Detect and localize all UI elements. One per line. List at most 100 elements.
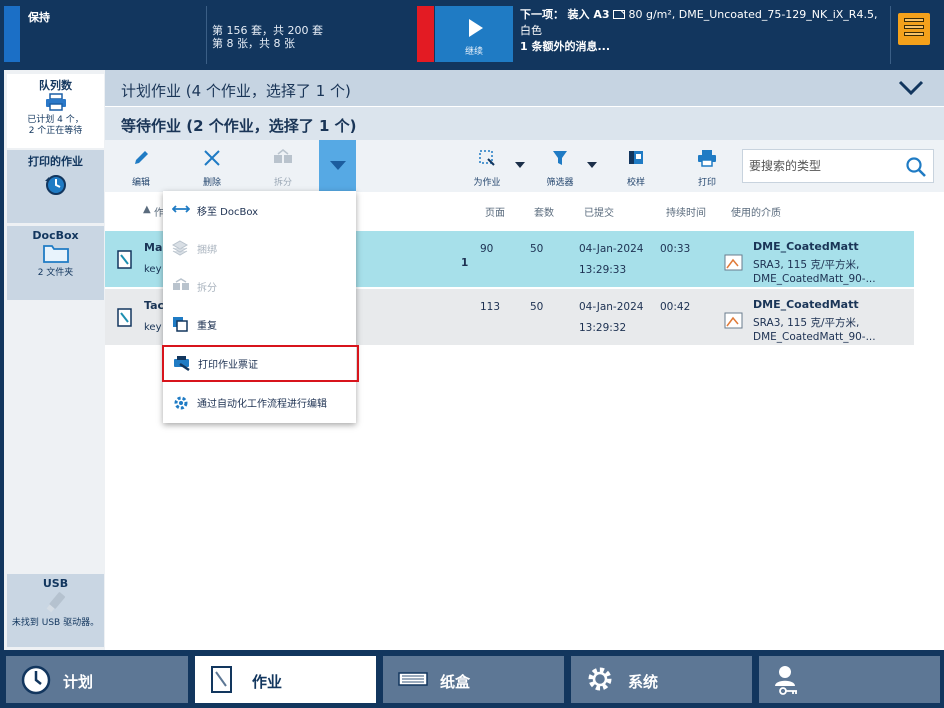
edit-button[interactable]: 编辑 bbox=[122, 140, 160, 192]
duplicate-icon bbox=[173, 317, 188, 332]
nav-schedule[interactable]: 计划 bbox=[6, 656, 188, 703]
job-duration: 00:33 bbox=[660, 243, 691, 255]
menu-label: 打印作业票证 bbox=[198, 360, 258, 371]
bottom-navigation: 计划 作业 纸盒 系统 bbox=[0, 650, 944, 708]
sidebar-item-queues[interactable]: 队列数 已计划 4 个， 2 个正在等待 bbox=[7, 74, 104, 148]
planned-jobs-title: 计划作业 (4 个作业，选择了 1 个) bbox=[121, 82, 351, 100]
usb-drive-icon bbox=[46, 592, 65, 613]
document-icon bbox=[117, 308, 132, 327]
print-ticket-icon bbox=[174, 356, 190, 371]
printer-icon bbox=[698, 150, 716, 167]
docbox-sub: 2 文件夹 bbox=[37, 268, 74, 278]
split-icon bbox=[173, 278, 189, 290]
job-sub: key bbox=[144, 264, 162, 275]
usb-title: USB bbox=[42, 577, 69, 590]
job-duration: 00:42 bbox=[660, 301, 691, 313]
as-job-button[interactable]: 为作业 bbox=[467, 140, 507, 192]
media-icon bbox=[724, 312, 743, 329]
planned-jobs-header[interactable]: 计划作业 (4 个作业，选择了 1 个) bbox=[105, 70, 944, 106]
sidebar-item-docbox[interactable]: DocBox 2 文件夹 bbox=[7, 226, 104, 300]
column-submitted[interactable]: 已提交 bbox=[584, 204, 614, 219]
more-actions-menu: 移至 DocBox 捆绑 拆分 重复 打印作业票证 通过自动化工作流程进行编辑 bbox=[162, 191, 359, 423]
docbox-title: DocBox bbox=[32, 229, 79, 242]
nav-label: 计划 bbox=[63, 673, 94, 691]
paper-orientation-icon bbox=[613, 10, 625, 19]
job-date: 04-Jan-2024 bbox=[579, 301, 644, 313]
waiting-jobs-title: 等待作业 (2 个作业，选择了 1 个) bbox=[121, 117, 357, 135]
job-pages: 113 bbox=[480, 301, 501, 313]
print-label: 打印 bbox=[697, 178, 716, 188]
attention-marker bbox=[417, 6, 434, 62]
continue-button[interactable]: 继续 bbox=[435, 6, 513, 62]
extra-messages: 1 条额外的消息... bbox=[520, 40, 611, 53]
nav-system[interactable]: 系统 bbox=[571, 656, 752, 703]
menu-item-split[interactable]: 拆分 bbox=[163, 267, 356, 305]
menu-label: 移至 DocBox bbox=[197, 207, 259, 218]
divider bbox=[206, 6, 207, 64]
filter-label: 筛选器 bbox=[546, 178, 574, 188]
history-icon bbox=[44, 175, 66, 195]
usb-sub: 未找到 USB 驱动器。 bbox=[11, 618, 100, 628]
print-queue-icon[interactable] bbox=[898, 13, 930, 45]
search-box[interactable] bbox=[742, 149, 934, 183]
delete-label: 删除 bbox=[202, 178, 221, 188]
next-action-info[interactable]: 下一项： 装入 A3 80 g/m², DME_Uncoated_75-129_… bbox=[520, 7, 890, 55]
divider bbox=[890, 6, 891, 64]
chevron-down-icon[interactable] bbox=[898, 78, 924, 98]
user-key-icon bbox=[775, 666, 797, 695]
column-duration[interactable]: 持续时间 bbox=[666, 204, 706, 219]
pencil-icon bbox=[135, 151, 148, 164]
extra-messages-link[interactable]: 1 条额外的消息... bbox=[520, 39, 890, 55]
menu-label: 拆分 bbox=[197, 283, 217, 294]
nav-trays[interactable]: 纸盒 bbox=[383, 656, 564, 703]
search-input[interactable] bbox=[749, 157, 899, 175]
column-media[interactable]: 使用的介质 bbox=[731, 204, 781, 219]
top-status-bar: 保持 第 156 套，共 200 套 第 8 张，共 8 张 继续 下一项： 装… bbox=[0, 0, 944, 70]
continue-label: 继续 bbox=[464, 47, 483, 57]
nav-jobs[interactable]: 作业 bbox=[195, 656, 376, 703]
more-actions-button[interactable] bbox=[319, 140, 356, 192]
column-pages[interactable]: 页面 bbox=[485, 204, 505, 219]
menu-item-edit-automation[interactable]: 通过自动化工作流程进行编辑 bbox=[163, 383, 356, 421]
media-name: DME_CoatedMatt bbox=[753, 298, 859, 311]
nav-user[interactable] bbox=[759, 656, 940, 703]
menu-item-print-job-ticket[interactable]: 打印作业票证 bbox=[162, 345, 359, 382]
media-full: DME_CoatedMatt_90-... bbox=[753, 273, 876, 285]
job-sets: 50 bbox=[530, 243, 544, 255]
as-job-dropdown-icon[interactable] bbox=[515, 162, 525, 168]
select-job-icon bbox=[479, 150, 495, 166]
job-pages: 90 bbox=[480, 243, 494, 255]
menu-label: 重复 bbox=[197, 321, 217, 332]
delete-button[interactable]: 删除 bbox=[193, 140, 231, 192]
menu-item-move-docbox[interactable]: 移至 DocBox bbox=[163, 191, 356, 229]
job-time: 13:29:33 bbox=[579, 264, 627, 276]
filter-dropdown-icon[interactable] bbox=[587, 162, 597, 168]
status-indicator bbox=[4, 6, 20, 62]
stack-icon bbox=[172, 240, 188, 256]
column-sets[interactable]: 套数 bbox=[534, 204, 554, 219]
media-full: DME_CoatedMatt_90-... bbox=[753, 331, 876, 343]
nav-label: 作业 bbox=[252, 673, 283, 691]
nav-label: 系统 bbox=[628, 673, 659, 691]
as-job-label: 为作业 bbox=[473, 178, 501, 188]
document-icon bbox=[211, 666, 232, 693]
proof-button[interactable]: 校样 bbox=[617, 140, 655, 192]
menu-item-bind[interactable]: 捆绑 bbox=[163, 229, 356, 267]
split-button[interactable]: 拆分 bbox=[264, 140, 302, 192]
sidebar-item-printed-jobs[interactable]: 打印的作业 bbox=[7, 150, 104, 223]
media-icon bbox=[724, 254, 743, 271]
automation-gear-icon bbox=[174, 396, 188, 410]
filter-button[interactable]: 筛选器 bbox=[540, 140, 580, 192]
close-icon bbox=[204, 150, 220, 166]
proof-icon bbox=[629, 151, 643, 164]
waiting-jobs-header[interactable]: 等待作业 (2 个作业，选择了 1 个) bbox=[105, 107, 944, 140]
queue-title: 队列数 bbox=[39, 79, 72, 92]
next-load: 装入 A3 bbox=[567, 8, 610, 21]
print-button[interactable]: 打印 bbox=[688, 140, 726, 192]
play-icon bbox=[469, 19, 483, 37]
sort-ascending-icon[interactable]: ▲ bbox=[143, 204, 151, 215]
search-icon[interactable] bbox=[905, 156, 927, 178]
menu-item-duplicate[interactable]: 重复 bbox=[163, 305, 356, 343]
sidebar-item-usb[interactable]: USB 未找到 USB 驱动器。 bbox=[7, 574, 104, 647]
media-spec: SRA3, 115 克/平方米, bbox=[753, 259, 860, 271]
